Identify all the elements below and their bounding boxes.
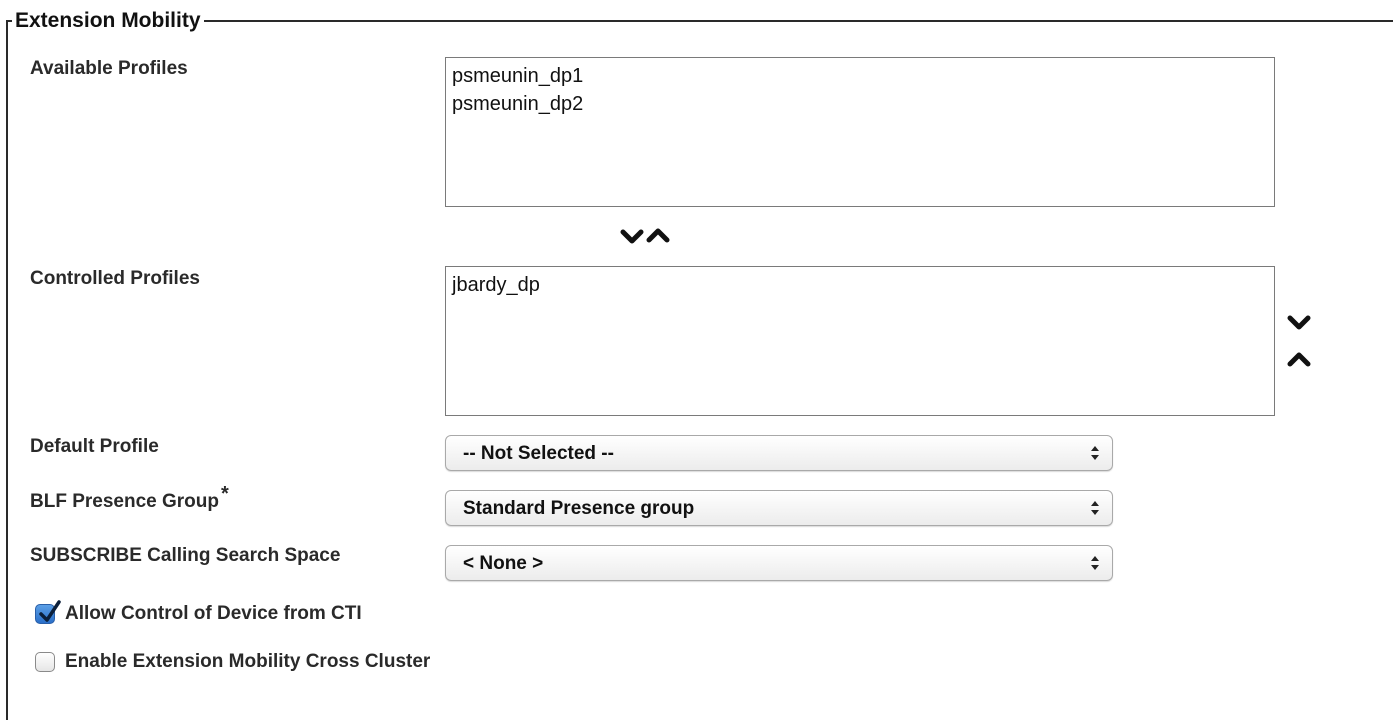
- list-item[interactable]: psmeunin_dp1: [452, 62, 1268, 90]
- blf-presence-group-label-text: BLF Presence Group: [30, 491, 219, 512]
- updown-caret-icon: [1091, 501, 1099, 515]
- blf-presence-group-value: Standard Presence group: [463, 498, 695, 519]
- allow-cti-checkbox[interactable]: [35, 600, 61, 624]
- controlled-profiles-list[interactable]: jbardy_dp: [445, 266, 1275, 416]
- move-down-icon[interactable]: [620, 228, 644, 246]
- blf-presence-group-label: BLF Presence Group *: [30, 484, 229, 513]
- subscribe-css-value: < None >: [463, 553, 544, 574]
- section-title: Extension Mobility: [12, 8, 204, 34]
- default-profile-label: Default Profile: [30, 436, 159, 457]
- list-item[interactable]: psmeunin_dp2: [452, 90, 1268, 118]
- controlled-profiles-label: Controlled Profiles: [30, 268, 200, 289]
- cross-cluster-row[interactable]: Enable Extension Mobility Cross Cluster: [35, 651, 430, 673]
- cross-cluster-label: Enable Extension Mobility Cross Cluster: [65, 651, 431, 672]
- default-profile-value: -- Not Selected --: [463, 443, 614, 464]
- reorder-up-icon[interactable]: [1287, 350, 1311, 368]
- available-profiles-label: Available Profiles: [30, 58, 188, 79]
- available-profiles-list[interactable]: psmeunin_dp1 psmeunin_dp2: [445, 57, 1275, 207]
- checkmark-icon: [39, 600, 61, 622]
- list-item[interactable]: jbardy_dp: [452, 271, 1268, 299]
- subscribe-css-label: SUBSCRIBE Calling Search Space: [30, 545, 341, 566]
- default-profile-select[interactable]: -- Not Selected --: [445, 435, 1113, 471]
- move-up-icon[interactable]: [646, 226, 670, 244]
- allow-cti-label: Allow Control of Device from CTI: [65, 603, 362, 624]
- allow-cti-row[interactable]: Allow Control of Device from CTI: [35, 600, 362, 625]
- subscribe-css-select[interactable]: < None >: [445, 545, 1113, 581]
- updown-caret-icon: [1091, 556, 1099, 570]
- required-marker: *: [221, 482, 229, 505]
- cross-cluster-checkbox[interactable]: [35, 652, 55, 672]
- updown-caret-icon: [1091, 446, 1099, 460]
- blf-presence-group-select[interactable]: Standard Presence group: [445, 490, 1113, 526]
- reorder-down-icon[interactable]: [1287, 314, 1311, 332]
